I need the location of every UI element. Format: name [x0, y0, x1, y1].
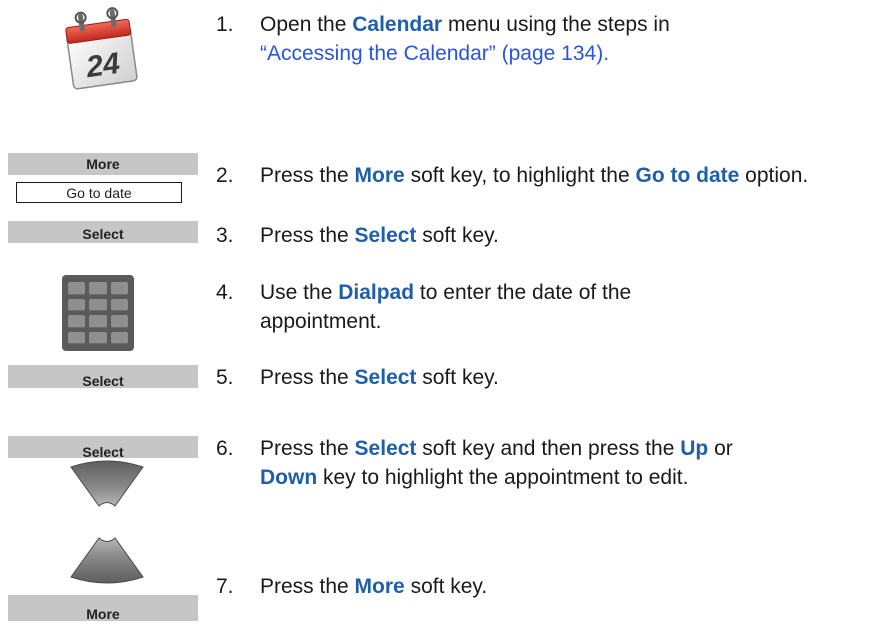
- down-navigation-key-icon[interactable]: [68, 535, 146, 585]
- select-softkey[interactable]: Select: [8, 365, 198, 389]
- keyword-go-to-date: Go to date: [635, 164, 740, 187]
- step-text: Press the Select soft key and then press…: [260, 437, 733, 489]
- keyword-select: Select: [354, 366, 417, 389]
- keyword-calendar: Calendar: [352, 13, 443, 36]
- select-softkey[interactable]: Select: [8, 221, 198, 243]
- keyword-more: More: [354, 575, 405, 598]
- select-softkey[interactable]: Select: [8, 436, 198, 460]
- keyword-select: Select: [354, 437, 417, 460]
- step-number: 3.: [216, 224, 234, 247]
- step-number: 2.: [216, 164, 234, 187]
- dialpad-icon: [62, 275, 134, 351]
- step-number: 1.: [216, 13, 234, 36]
- step-number: 6.: [216, 437, 234, 460]
- step-number: 4.: [216, 281, 234, 304]
- accessing-calendar-link[interactable]: “Accessing the Calendar” (page 134): [260, 42, 603, 65]
- step-text: Press the More soft key, to highlight th…: [260, 164, 809, 187]
- step-text: Use the Dialpad to enter the date of the…: [260, 281, 632, 333]
- calendar-icon: 24: [55, 5, 149, 93]
- keyword-select: Select: [354, 224, 417, 247]
- more-softkey[interactable]: More: [8, 153, 198, 175]
- more-softkey[interactable]: More: [8, 595, 198, 622]
- keyword-dialpad: Dialpad: [338, 281, 415, 304]
- keyword-up: Up: [680, 437, 709, 460]
- up-navigation-key-icon[interactable]: [68, 459, 146, 511]
- go-to-date-option[interactable]: Go to date: [16, 182, 182, 203]
- keyword-more: More: [354, 164, 405, 187]
- keyword-down: Down: [260, 466, 318, 489]
- calendar-day-number: 24: [83, 47, 122, 85]
- step-text: Press the Select soft key.: [260, 224, 499, 247]
- step-number: 5.: [216, 366, 234, 389]
- step-text: Open the Calendar menu using the steps i…: [260, 13, 670, 65]
- step-text: Press the More soft key.: [260, 575, 488, 598]
- step-number: 7.: [216, 575, 234, 598]
- step-text: Press the Select soft key.: [260, 366, 499, 389]
